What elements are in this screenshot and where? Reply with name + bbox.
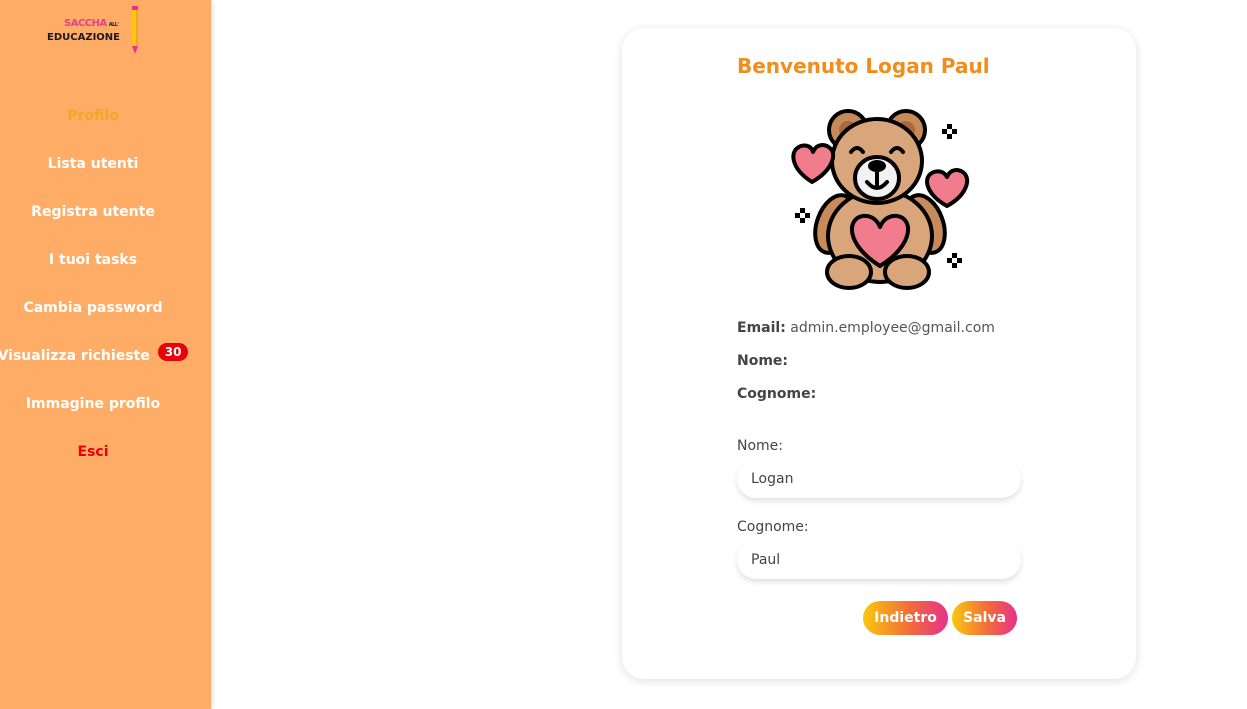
logo-brand-top: SACCHA ALL' [64, 18, 119, 29]
nome-field-label: Nome: [737, 438, 784, 454]
sidebar-item-label: Lista utenti [47, 156, 139, 172]
sidebar-item-registra-utente[interactable]: Registra utente [0, 188, 186, 236]
sidebar-item-profilo[interactable]: Profilo [0, 92, 186, 140]
cognome-info: Cognome: [737, 386, 816, 402]
email-label: Email: [737, 320, 786, 336]
sidebar-nav: Profilo Lista utenti Registra utente I t… [0, 92, 189, 476]
email-value: admin.employee@gmail.com [790, 320, 995, 336]
sidebar-item-cambia-password[interactable]: Cambia password [0, 284, 186, 332]
sidebar-item-esci[interactable]: Esci [0, 428, 186, 476]
save-button[interactable]: Salva [952, 601, 1017, 635]
nome-info-label: Nome: [737, 353, 789, 369]
email-info: Email: admin.employee@gmail.com [737, 320, 995, 336]
cognome-field-label: Cognome: [737, 519, 809, 535]
pencil-icon [132, 6, 138, 54]
sidebar-item-label: Registra utente [31, 204, 155, 220]
sidebar: SACCHA ALL' EDUCAZIONE Profilo Lista uten… [0, 0, 211, 709]
sidebar-item-tuoi-tasks[interactable]: I tuoi tasks [0, 236, 186, 284]
teddy-bear-icon [791, 109, 970, 290]
app-logo[interactable]: SACCHA ALL' EDUCAZIONE [44, 6, 144, 56]
sidebar-item-label: Immagine profilo [25, 396, 161, 412]
sidebar-item-label: I tuoi tasks [48, 252, 138, 268]
sidebar-item-visualizza-richieste[interactable]: Visualizza richieste 30 [0, 332, 189, 380]
sidebar-item-label: Profilo [67, 108, 119, 124]
sidebar-item-immagine-profilo[interactable]: Immagine profilo [0, 380, 186, 428]
cognome-field[interactable] [737, 541, 1021, 579]
sidebar-item-lista-utenti[interactable]: Lista utenti [0, 140, 186, 188]
cognome-info-label: Cognome: [737, 386, 817, 402]
nome-info: Nome: [737, 353, 788, 369]
sidebar-item-label: Visualizza richieste [0, 348, 150, 364]
back-button[interactable]: Indietro [863, 601, 948, 635]
nome-field[interactable] [737, 460, 1021, 498]
sidebar-item-label: Cambia password [23, 300, 163, 316]
logo-brand-main: EDUCAZIONE [47, 32, 121, 43]
count-badge: 30 [157, 343, 189, 361]
page-title: Benvenuto Logan Paul [737, 54, 990, 78]
sidebar-item-label: Esci [77, 444, 109, 460]
